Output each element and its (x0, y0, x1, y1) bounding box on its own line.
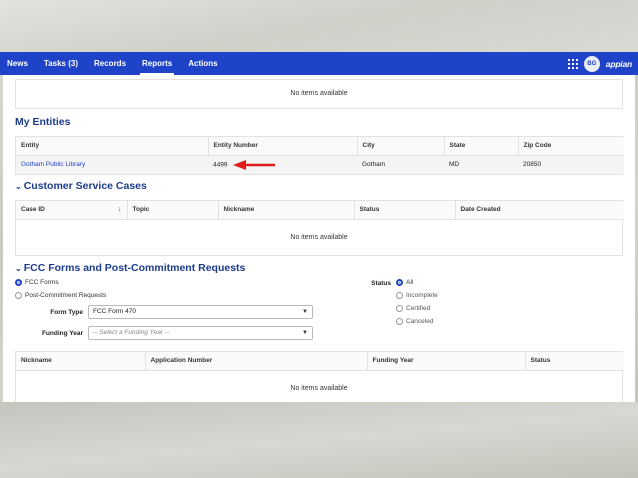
nav-actions[interactable]: Actions (180, 52, 225, 75)
top-nav-bar: News Tasks (3) Records Reports Actions B… (0, 52, 638, 75)
my-entities-title: My Entities (15, 116, 70, 128)
nav-tasks[interactable]: Tasks (3) (36, 52, 86, 75)
top-results-panel: No items available (15, 79, 623, 109)
nav-reports[interactable]: Reports (134, 52, 180, 75)
entity-number-cell: 4499 (208, 155, 357, 174)
column-header-entity-number[interactable]: Entity Number (207, 137, 357, 156)
status-option-all[interactable]: All (396, 279, 413, 286)
dropdown-caret-icon: ▼ (302, 309, 308, 315)
fcc-forms-table: Nickname Application Number Funding Year… (15, 351, 624, 402)
my-entities-title-text: My Entities (15, 116, 71, 128)
empty-message: No items available (290, 233, 348, 241)
status-option-canceled[interactable]: Canceled (396, 318, 433, 325)
nav-news[interactable]: News (0, 52, 36, 75)
column-header-nickname[interactable]: Nickname (16, 352, 145, 371)
fcc-forms-title[interactable]: ⌄ FCC Forms and Post-Commitment Requests (15, 262, 245, 274)
dropdown-caret-icon: ▼ (302, 330, 308, 336)
customer-service-title-text: Customer Service Cases (23, 180, 147, 192)
column-header-entity[interactable]: Entity (16, 137, 208, 156)
user-avatar[interactable]: BG (583, 55, 600, 72)
my-entities-table: Entity Entity Number City State Zip Code… (15, 136, 624, 175)
chevron-down-icon[interactable]: ⌄ (15, 264, 22, 273)
radio-unselected-icon[interactable] (396, 318, 403, 325)
sort-descending-icon[interactable]: ↓ (118, 206, 122, 213)
entity-link[interactable]: Gotham Public Library (16, 155, 208, 174)
background-top (0, 0, 638, 52)
column-header-date-created[interactable]: Date Created (454, 201, 624, 220)
empty-message: No items available (290, 384, 348, 392)
column-header-state[interactable]: State (443, 137, 518, 156)
column-header-funding-year[interactable]: Funding Year (366, 352, 525, 371)
status-label: Status (371, 280, 391, 287)
column-header-case-id[interactable]: Case ID ↓ (16, 201, 127, 220)
form-type-label: Form Type (50, 309, 83, 316)
status-option-incomplete[interactable]: Incomplete (396, 292, 438, 299)
entity-number-value: 4499 (213, 161, 228, 169)
city-cell: Gotham (357, 155, 444, 174)
column-header-nickname[interactable]: Nickname (217, 201, 354, 220)
chevron-down-icon[interactable]: ⌄ (15, 182, 22, 191)
state-cell: MD (444, 155, 518, 174)
customer-service-title[interactable]: ⌄ Customer Service Cases (15, 180, 147, 192)
empty-message: No items available (290, 90, 348, 97)
radio-fcc-forms[interactable]: FCC Forms (15, 279, 59, 286)
column-header-topic[interactable]: Topic (126, 201, 218, 220)
column-header-city[interactable]: City (356, 137, 444, 156)
funding-year-dropdown[interactable]: -- Select a Funding Year -- ▼ (88, 326, 313, 340)
appian-logo: appian (605, 58, 632, 69)
main-content: No items available My Entities Entity En… (3, 75, 635, 402)
apps-grid-icon[interactable] (567, 58, 578, 69)
column-header-application-number[interactable]: Application Number (144, 352, 367, 371)
column-header-zip[interactable]: Zip Code (517, 137, 624, 156)
customer-service-table: Case ID ↓ Topic Nickname Status Date Crea… (15, 200, 624, 256)
red-arrow-annotation (233, 159, 276, 170)
radio-selected-icon[interactable] (396, 279, 403, 286)
form-type-dropdown[interactable]: FCC Form 470 ▼ (88, 305, 313, 319)
column-header-status[interactable]: Status (524, 352, 624, 371)
zip-cell: 20850 (518, 155, 624, 174)
status-option-certified[interactable]: Certified (396, 305, 430, 312)
table-row: Gotham Public Library 4499 Gotham MD 208… (16, 155, 624, 174)
radio-unselected-icon[interactable] (396, 305, 403, 312)
radio-post-commitment[interactable]: Post-Commitment Requests (15, 292, 106, 299)
radio-unselected-icon[interactable] (396, 292, 403, 299)
radio-unselected-icon[interactable] (15, 292, 22, 299)
background-bottom (0, 402, 638, 478)
nav-records[interactable]: Records (86, 52, 134, 75)
radio-selected-icon[interactable] (15, 279, 22, 286)
fcc-forms-title-text: FCC Forms and Post-Commitment Requests (23, 262, 246, 274)
column-header-status[interactable]: Status (353, 201, 455, 220)
nav-right-group: BG appian (567, 55, 638, 72)
funding-year-label: Funding Year (41, 330, 83, 337)
